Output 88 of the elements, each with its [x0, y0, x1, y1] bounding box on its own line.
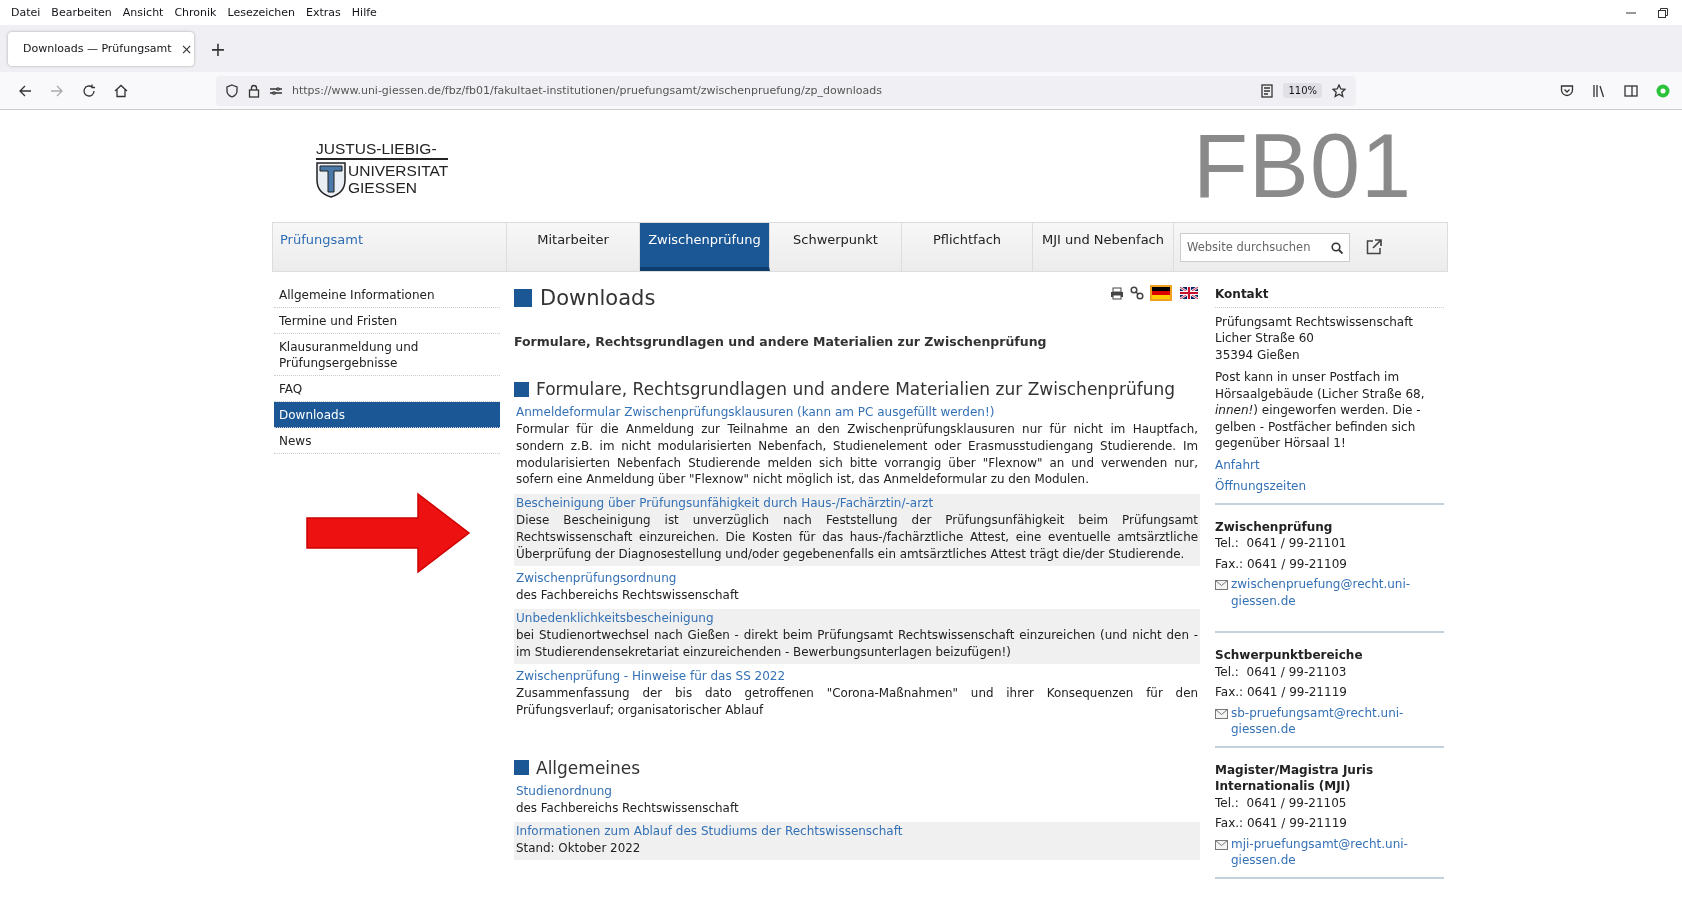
sidebar-item[interactable]: Allgemeine Informationen: [274, 282, 500, 308]
envelope-icon: [1215, 580, 1228, 590]
lock-icon: [248, 83, 260, 98]
menu-item[interactable]: Datei: [10, 4, 42, 21]
fax-number: Fax.: 0641 / 99-21119: [1215, 815, 1348, 832]
home-icon[interactable]: [114, 83, 128, 98]
menu-item[interactable]: Bearbeiten: [50, 4, 113, 21]
new-tab-button[interactable]: +: [204, 37, 232, 60]
menu-item[interactable]: Hilfe: [350, 4, 378, 21]
heading-marker: [514, 289, 532, 307]
section-heading: Formulare, Rechtsgrundlagen und andere Materialien zur Zwischenprüfung: [536, 379, 1175, 399]
logo-text: JUSTUS-LIEBIG-: [316, 140, 449, 160]
pocket-icon[interactable]: [1560, 83, 1574, 98]
download-description: Diese Bescheinigung ist unverzüglich nach Feststellung der Prüfungsunfähigkeit beim Prüfungsamt Rechtswissenschaft einzureichen. Die Kosten für das haus-/fachärztliche Attest, eine eventuelle amtsärztliche Überprüfung der Diagnosestellung und/oder gegebenenfalls ein amtsärztliches Attest trägt die/der Studierende.: [516, 512, 1198, 563]
nav-tab[interactable]: Schwerpunkt: [770, 223, 902, 271]
envelope-icon: [1215, 708, 1228, 719]
zoom-level[interactable]: 110%: [1283, 83, 1322, 98]
download-description: Formular für die Anmeldung zur Teilnahme an den Zwischenprüfungsklausuren nur für nicht im Hauptfach, sondern z.B. im nicht modularisierten Nebenfach, Studienelement oder Erasmusstudiengang Studierende. Im modularisierten Nebenfach Studierende melden sich bitte vorrangig über "Flexnow" an und verwenden nur, sofern eine Anmeldung über "Flexnow" nicht möglich ist, das Anmeldeformular zu den Modulen.: [516, 421, 1198, 489]
nav-tab[interactable]: Prüfungsamt: [273, 223, 507, 271]
phone-number: Tel.: 0641 / 99-21103: [1215, 663, 1348, 680]
download-link[interactable]: Informationen zum Ablauf des Studiums der Rechtswissenschaft: [516, 823, 1198, 841]
fax-number: Fax.: 0641 / 99-21119: [1215, 684, 1348, 701]
star-icon[interactable]: [1332, 83, 1346, 98]
department-title: FB01: [1192, 121, 1412, 211]
download-link[interactable]: Zwischenprüfungsordnung: [516, 569, 1198, 587]
url-text: https://www.uni-giessen.de/fbz/fb01/fakultaet-institutionen/pruefungsamt/zwischenpruefung/zp_downloads: [292, 84, 883, 97]
university-logo[interactable]: JUSTUS-LIEBIG- UNIVERSITAT GIESSEN: [316, 140, 449, 198]
phone-number: Tel.: 0641 / 99-21105: [1215, 794, 1348, 811]
sidebar-item[interactable]: Klausuranmeldung und Prüfungsergebnisse: [274, 334, 500, 376]
page-intro: Formulare, Rechtsgrundlagen und andere Materialien zur Zwischenprüfung: [514, 334, 1048, 349]
download-description: des Fachbereichs Rechtswissenschaft: [516, 799, 740, 817]
back-icon[interactable]: [18, 83, 32, 98]
download-link[interactable]: Unbedenklichkeitsbescheinigung: [516, 610, 1198, 628]
sidebar-item[interactable]: Downloads: [274, 402, 500, 428]
reader-view-icon[interactable]: [1261, 83, 1274, 98]
search-field[interactable]: Website durchsuchen: [1180, 232, 1350, 262]
email-link[interactable]: zwischenpruefung@recht.uni-giessen.de: [1231, 576, 1444, 609]
shield-icon: [226, 83, 238, 98]
download-link[interactable]: Bescheinigung über Prüfungsunfähigkeit durch Haus-/Fachärztin/-arzt: [516, 495, 1198, 513]
print-icon[interactable]: [1110, 286, 1124, 300]
address-bar[interactable]: https://www.uni-giessen.de/fbz/fb01/fakultaet-institutionen/pruefungsamt/zwischenpruefung/zp_downloads 110%: [216, 75, 1356, 106]
download-description: Stand: Oktober 2022: [516, 840, 642, 858]
email-link[interactable]: sb-pruefungsamt@recht.uni-giessen.de: [1231, 704, 1444, 738]
page-title: Downloads: [540, 286, 656, 310]
contact-link[interactable]: Öffnungszeiten: [1215, 478, 1444, 495]
download-link[interactable]: Zwischenprüfung - Hinweise für das SS 2022: [516, 667, 1198, 685]
menu-item[interactable]: Lesezeichen: [226, 4, 297, 21]
menu-item[interactable]: Extras: [305, 4, 342, 21]
nav-tab[interactable]: Pflichtfach: [902, 223, 1033, 271]
fax-number: Fax.: 0641 / 99-21109: [1215, 555, 1348, 572]
sidebar-item[interactable]: News: [274, 428, 500, 454]
close-tab-button[interactable]: ×: [178, 40, 195, 57]
download-link[interactable]: Anmeldeformular Zwischenprüfungsklausuren (kann am PC ausgefüllt werden!): [516, 404, 1198, 421]
phone-number: Tel.: 0641 / 99-21101: [1215, 535, 1348, 552]
permissions-icon: [270, 85, 282, 96]
contact-address: Prüfungsamt Rechtswissenschaft Licher Straße 60 35394 Gießen: [1215, 313, 1414, 363]
download-description: Zusammenfassung der bis dato getroffenen "Corona-Maßnahmen" und ihrer Konsequenzen für den Prüfungsverlauf; organisatorischer Ablauf: [516, 684, 1198, 719]
nav-tab[interactable]: MJI und Nebenfach: [1033, 223, 1174, 271]
search-icon[interactable]: [1331, 241, 1343, 254]
heading-marker: [514, 760, 529, 776]
download-description: bei Studienortwechsel nach Gießen - direkt beim Prüfungsamt Rechtswissenschaft einzureichen (und nicht den - im Studierendensekretariat einzureichenden - Bewerbungsunterlagen beizufügen!): [516, 627, 1198, 661]
sidebar-item[interactable]: Termine und Fristen: [274, 308, 500, 334]
logo-text: GIESSEN: [348, 179, 418, 196]
office-title: Zwischenprüfung: [1215, 518, 1334, 535]
download-description: des Fachbereichs Rechtswissenschaft: [516, 586, 740, 604]
email-link[interactable]: mji-pruefungsamt@recht.uni-giessen.de: [1231, 835, 1444, 869]
browser-tab[interactable]: Downloads — Prüfungsamt ×: [8, 31, 194, 66]
tab-title: Downloads — Prüfungsamt: [23, 42, 172, 55]
envelope-icon: [1215, 839, 1228, 850]
section-heading: Allgemeines: [536, 757, 641, 778]
download-link[interactable]: Studienordnung: [516, 782, 1198, 800]
restore-icon[interactable]: [1658, 7, 1668, 18]
contact-link[interactable]: Anfahrt: [1215, 456, 1444, 473]
external-link-icon[interactable]: [1366, 239, 1382, 255]
menu-item[interactable]: Ansicht: [121, 4, 165, 21]
nav-tab[interactable]: Zwischenprüfung: [640, 223, 770, 271]
sidebar-icon[interactable]: [1624, 83, 1638, 98]
contact-note: Post kann in unser Postfach im Hörsaalgebäude (Licher Straße 68, innen!) eingeworfen werden. Die - gelben - Postfächer befinden sich gegenüber Hörsaal 1!: [1215, 369, 1426, 452]
shield-emblem-icon: [316, 162, 346, 198]
link-icon[interactable]: [1130, 286, 1144, 300]
menu-item[interactable]: Chronik: [173, 4, 218, 21]
heading-marker: [514, 381, 529, 397]
library-icon[interactable]: [1592, 83, 1606, 98]
office-title: Magister/Magistra Juris Internationalis (MJI): [1215, 761, 1375, 795]
reload-icon[interactable]: [82, 83, 96, 98]
logo-text: UNIVERSITAT: [348, 162, 449, 179]
office-title: Schwerpunktbereiche: [1215, 647, 1364, 664]
contact-title: Kontakt: [1215, 282, 1444, 308]
